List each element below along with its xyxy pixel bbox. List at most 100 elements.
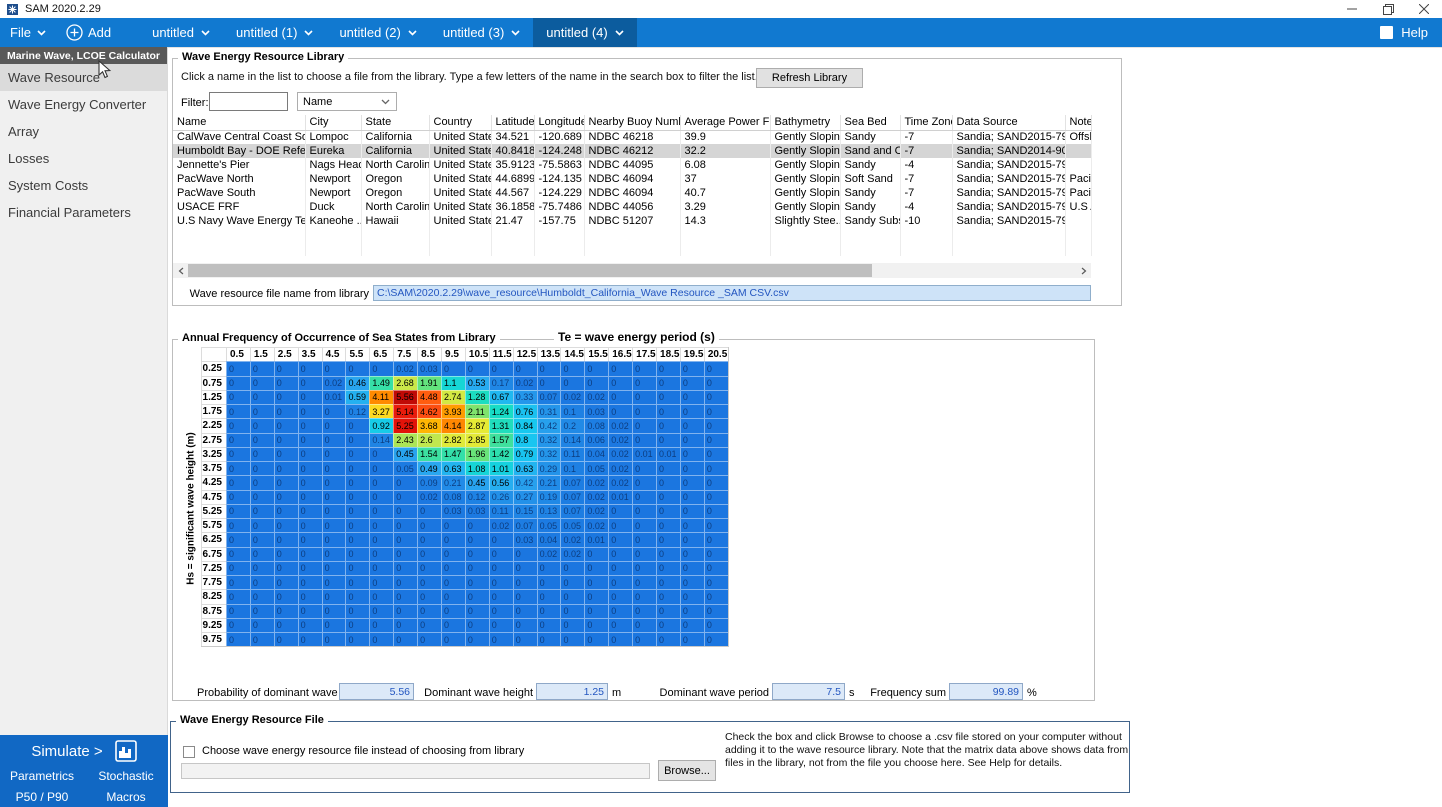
matrix-cell: 0 [369, 490, 393, 504]
matrix-cell: 0 [560, 376, 584, 390]
matrix-cell: 0 [345, 575, 369, 589]
maximize-button[interactable] [1370, 0, 1406, 18]
tab-untitled-2[interactable]: untitled (2) [326, 18, 429, 47]
scroll-right-arrow[interactable] [1076, 263, 1091, 278]
matrix-cell: 1.42 [489, 447, 513, 461]
matrix-cell: 0 [274, 518, 298, 532]
column-header-country[interactable]: Country [429, 115, 491, 130]
column-header-latitude[interactable]: Latitude [491, 115, 534, 130]
matrix-cell: 0 [632, 461, 656, 475]
matrix-row-header: 7.25 [201, 561, 226, 575]
matrix-cell: 0.08 [441, 490, 465, 504]
matrix-cell: 0.45 [393, 447, 417, 461]
table-row-usace-frf[interactable]: USACE FRFDuckNorth CarolinaUnited States… [173, 200, 1091, 214]
column-header-state[interactable]: State [361, 115, 429, 130]
matrix-cell: 0 [274, 604, 298, 618]
column-header-city[interactable]: City [305, 115, 361, 130]
table-cell: United States [429, 200, 491, 214]
matrix-cell: 1.24 [489, 404, 513, 418]
scroll-left-arrow[interactable] [173, 263, 188, 278]
p50-p90-button[interactable]: P50 / P90 [0, 790, 84, 804]
refresh-library-button[interactable]: Refresh Library [756, 68, 863, 88]
matrix-cell: 3.93 [441, 404, 465, 418]
filter-input[interactable] [209, 92, 288, 111]
matrix-cell: 0 [584, 361, 608, 375]
table-cell: North Carolina [361, 158, 429, 172]
table-row-humboldt-bay-doe-reference[interactable]: Humboldt Bay - DOE ReferenceEurekaCalifo… [173, 144, 1091, 158]
column-header-longitude[interactable]: Longitude [534, 115, 584, 130]
matrix-cell: 0.19 [537, 490, 561, 504]
resource-file-input[interactable] [181, 763, 650, 779]
matrix-row-header: 9.75 [201, 632, 226, 646]
matrix-cell: 0.02 [584, 518, 608, 532]
tab-untitled-4[interactable]: untitled (4) [533, 18, 636, 47]
sidebar-item-array[interactable]: Array [0, 118, 167, 145]
table-row-pacwave-south[interactable]: PacWave SouthNewportOregonUnited States4… [173, 186, 1091, 200]
matrix-cell: 2.82 [441, 433, 465, 447]
table-cell: United States [429, 144, 491, 158]
matrix-cell: 0 [345, 433, 369, 447]
table-cell: Oregon [361, 172, 429, 186]
macros-button[interactable]: Macros [84, 790, 168, 804]
matrix-cell: 0 [250, 461, 274, 475]
tab-untitled-3[interactable]: untitled (3) [430, 18, 533, 47]
column-header-data-source[interactable]: Data Source [952, 115, 1065, 130]
table-row-pacwave-north[interactable]: PacWave NorthNewportOregonUnited States4… [173, 172, 1091, 186]
table-cell: 14.3 [680, 214, 770, 228]
tab-untitled-1[interactable]: untitled (1) [223, 18, 326, 47]
sort-dropdown[interactable]: Name [297, 92, 397, 111]
matrix-cell: 2.87 [465, 418, 489, 432]
matrix-cell: 1.28 [465, 390, 489, 404]
simulate-button[interactable]: Simulate > [31, 743, 102, 760]
tab-untitled[interactable]: untitled [139, 18, 223, 47]
matrix-cell: 0.32 [537, 447, 561, 461]
column-header-average-power-flux[interactable]: Average Power Flux [680, 115, 770, 130]
help-button[interactable]: Help [1366, 18, 1442, 47]
column-header-time-zone[interactable]: Time Zone [900, 115, 952, 130]
matrix-row-header: 5.25 [201, 504, 226, 518]
table-cell: Gently Sloping [770, 200, 840, 214]
matrix-cell: 0.59 [345, 390, 369, 404]
matrix-cell: 1.96 [465, 447, 489, 461]
matrix-cell: 0.02 [584, 390, 608, 404]
matrix-cell: 0 [632, 404, 656, 418]
table-row-u-s-navy-wave-energy-test-si[interactable]: U.S Navy Wave Energy Test Si...Kaneohe .… [173, 214, 1091, 228]
sidebar-item-wave-energy-converter[interactable]: Wave Energy Converter [0, 91, 167, 118]
table-cell [770, 228, 840, 242]
matrix-cell: 0 [322, 604, 346, 618]
table-row-calwave-central-coast-south[interactable]: CalWave Central Coast SouthLompocCalifor… [173, 130, 1091, 144]
add-button[interactable]: Add [56, 18, 121, 47]
column-header-nearby-buoy-number[interactable]: Nearby Buoy Number [584, 115, 680, 130]
file-menu[interactable]: File [0, 18, 56, 47]
close-button[interactable] [1406, 0, 1442, 18]
matrix-cell: 2.43 [393, 433, 417, 447]
matrix-cell: 0 [441, 618, 465, 632]
table-cell [770, 242, 840, 256]
matrix-cell: 0 [298, 376, 322, 390]
stochastic-button[interactable]: Stochastic [84, 769, 168, 783]
column-header-name[interactable]: Name [173, 115, 305, 130]
results-chart-icon[interactable] [115, 740, 137, 762]
browse-button[interactable]: Browse... [658, 760, 716, 781]
table-cell: Offsh [1065, 130, 1091, 144]
table-h-scrollbar[interactable] [173, 263, 1091, 278]
matrix-cell: 0 [345, 532, 369, 546]
scrollbar-thumb[interactable] [188, 264, 872, 277]
sidebar-item-wave-resource[interactable]: Wave Resource [0, 64, 167, 91]
table-cell: Nags Head [305, 158, 361, 172]
sidebar-item-financial-parameters[interactable]: Financial Parameters [0, 199, 167, 226]
column-header-notes[interactable]: Notes [1065, 115, 1091, 130]
table-cell: NDBC 44095 [584, 158, 680, 172]
sidebar-item-system-costs[interactable]: System Costs [0, 172, 167, 199]
matrix-cell: 0.05 [560, 518, 584, 532]
matrix-cell: 0.05 [537, 518, 561, 532]
minimize-button[interactable] [1334, 0, 1370, 18]
column-header-bathymetry[interactable]: Bathymetry [770, 115, 840, 130]
column-header-sea-bed[interactable]: Sea Bed [840, 115, 900, 130]
table-row-jennette-s-pier[interactable]: Jennette's PierNags HeadNorth CarolinaUn… [173, 158, 1091, 172]
matrix-cell: 0 [345, 447, 369, 461]
matrix-cell: 0 [489, 547, 513, 561]
sidebar-item-losses[interactable]: Losses [0, 145, 167, 172]
use-file-checkbox[interactable] [183, 746, 195, 758]
parametrics-button[interactable]: Parametrics [0, 769, 84, 783]
